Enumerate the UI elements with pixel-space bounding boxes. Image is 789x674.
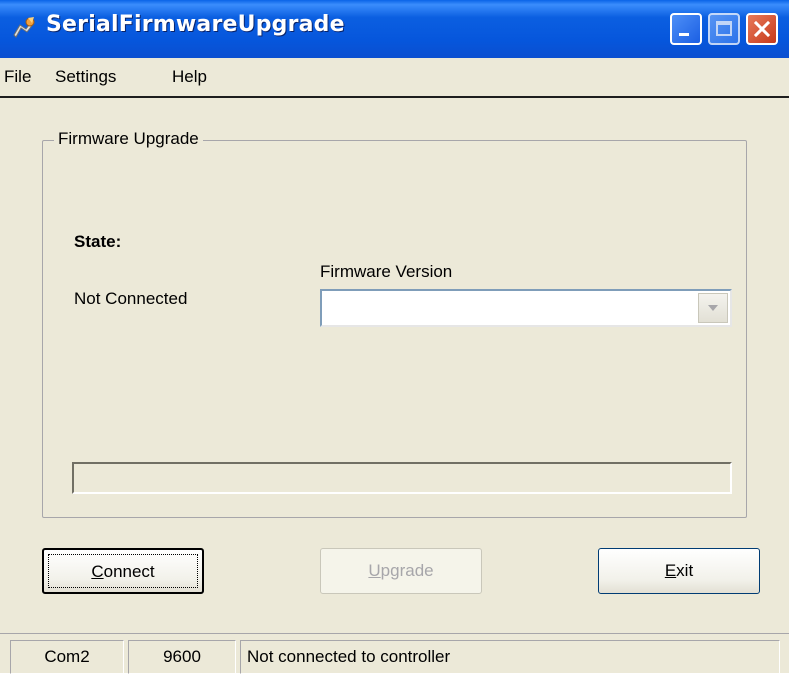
maximize-button[interactable] — [708, 13, 740, 45]
close-icon — [753, 20, 771, 38]
menu-settings[interactable]: Settings — [55, 67, 116, 87]
connect-button[interactable]: Connect — [42, 548, 204, 594]
maximize-icon — [716, 21, 732, 36]
minimize-button[interactable] — [670, 13, 702, 45]
status-baud: 9600 — [128, 640, 236, 674]
close-button[interactable] — [746, 13, 778, 45]
firmware-version-label: Firmware Version — [320, 262, 453, 281]
status-message: Not connected to controller — [240, 640, 780, 674]
state-label: State: — [74, 232, 122, 251]
firmware-version-select[interactable] — [320, 289, 732, 327]
app-icon — [13, 17, 35, 38]
exit-label: xit — [676, 561, 694, 580]
menu-file[interactable]: File — [4, 67, 31, 87]
upgrade-button[interactable]: Upgrade — [320, 548, 482, 594]
focus-rect — [48, 554, 198, 588]
status-port: Com2 — [10, 640, 124, 674]
group-title: Firmware Upgrade — [54, 129, 203, 149]
window-title: SerialFirmwareUpgrade — [46, 12, 345, 37]
upgrade-label: pgrade — [380, 561, 434, 580]
upgrade-mnemonic: U — [368, 561, 381, 580]
menu-help[interactable]: Help — [172, 67, 207, 87]
main-window: SerialFirmwareUpgrade File Settings Help… — [0, 0, 789, 674]
menu-bar: File Settings Help — [0, 58, 789, 98]
chevron-down-icon — [708, 305, 718, 311]
dropdown-button[interactable] — [698, 293, 728, 323]
status-bar: Com2 9600 Not connected to controller — [0, 633, 789, 674]
state-value: Not Connected — [74, 289, 188, 308]
upgrade-progress-bar — [72, 462, 732, 494]
title-bar[interactable]: SerialFirmwareUpgrade — [0, 0, 789, 58]
minimize-icon — [679, 33, 689, 36]
exit-mnemonic: E — [664, 561, 677, 580]
exit-button[interactable]: Exit — [598, 548, 760, 594]
